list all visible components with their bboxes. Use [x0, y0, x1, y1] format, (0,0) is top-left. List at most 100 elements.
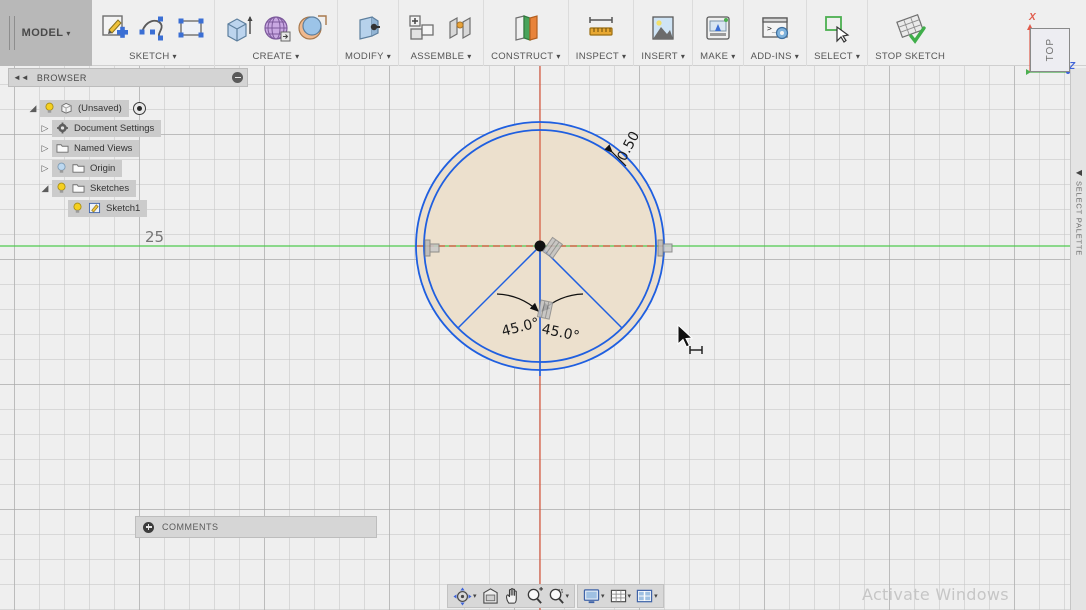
scripts-addins-icon[interactable]: >_ — [759, 12, 791, 44]
svg-text:>_: >_ — [767, 24, 777, 33]
zoom-icon[interactable] — [524, 586, 545, 606]
sweep-icon[interactable] — [298, 12, 330, 44]
select-palette-strip[interactable]: ◀ SELECT PALETTE — [1070, 68, 1086, 610]
ribbon-group-insert[interactable]: INSERT ▾ — [634, 0, 694, 66]
zoom-window-icon[interactable]: ▾ — [546, 586, 572, 606]
ribbon-group-addins[interactable]: >_ ADD-INS ▾ — [744, 0, 808, 66]
ribbon-group-select[interactable]: SELECT ▾ — [807, 0, 869, 66]
folder-icon — [56, 144, 69, 153]
ribbon-grip — [9, 16, 15, 50]
chevron-down-icon[interactable]: ▾ — [566, 592, 570, 600]
diameter-dimension-text: 0.50 — [614, 129, 643, 164]
ribbon-group-label: STOP SKETCH — [875, 51, 946, 62]
minus-circle-icon[interactable] — [232, 72, 243, 83]
rectangle-icon[interactable] — [175, 12, 207, 44]
tree-item-document-settings[interactable]: ▷ Document Settings — [8, 118, 248, 138]
ribbon-groups: SKETCH ▾ CREATE ▾ MODIFY ▾ ASSEMBLE ▾ CO… — [92, 0, 952, 66]
sketch-icon — [88, 202, 101, 214]
spline-icon[interactable] — [137, 12, 169, 44]
light-bulb-icon[interactable] — [44, 102, 55, 114]
extrude-icon[interactable] — [222, 12, 254, 44]
select-palette-label: SELECT PALETTE — [1074, 181, 1084, 257]
view-cube-face-top[interactable]: TOP — [1030, 28, 1070, 72]
browser-panel: ◄◄ BROWSER ◢ (Unsaved) ▷ Document Settin… — [8, 68, 248, 218]
comments-bar[interactable]: COMMENTS — [135, 516, 377, 538]
measure-icon[interactable] — [585, 12, 617, 44]
tree-item-named-views[interactable]: ▷ Named Views — [8, 138, 248, 158]
browser-tree: ◢ (Unsaved) ▷ Document Settings ▷ Named … — [8, 98, 248, 218]
offset-plane-icon[interactable] — [510, 12, 542, 44]
ribbon-group-assemble[interactable]: ASSEMBLE ▾ — [399, 0, 485, 66]
expander-icon[interactable]: ▷ — [38, 143, 52, 154]
light-bulb-icon[interactable] — [56, 182, 67, 194]
viewports-icon[interactable]: ▾ — [634, 587, 660, 606]
new-component-icon[interactable] — [406, 12, 438, 44]
fusion360-window: 0.50 45.0° 45.0° 25 MODEL ▾ SKETCH ▾ CRE… — [0, 0, 1086, 610]
gear-icon — [57, 122, 68, 134]
ribbon-group-label: INSERT ▾ — [641, 51, 686, 62]
ribbon-group-label: SELECT ▾ — [814, 51, 861, 62]
view-cube-face-label: TOP — [1044, 38, 1056, 62]
grid-snaps-icon[interactable]: ▾ — [608, 587, 634, 606]
browser-title: BROWSER — [36, 72, 87, 83]
top-ribbon: MODEL ▾ SKETCH ▾ CREATE ▾ MODIFY ▾ ASSEM… — [0, 0, 1086, 66]
tree-item-label: Sketches — [90, 182, 130, 194]
tree-item-label: Document Settings — [74, 122, 155, 134]
tree-item-unsaved[interactable]: ◢ (Unsaved) — [8, 98, 248, 118]
expander-icon[interactable]: ◢ — [38, 183, 52, 194]
chevron-down-icon[interactable]: ▾ — [654, 592, 658, 600]
plus-circle-icon[interactable] — [143, 521, 154, 533]
insert-image-icon[interactable] — [647, 12, 679, 44]
light-bulb-icon[interactable] — [72, 202, 83, 214]
ribbon-group-label: CREATE ▾ — [252, 51, 300, 62]
browser-header[interactable]: ◄◄ BROWSER — [8, 68, 248, 87]
ribbon-group-label: MAKE ▾ — [700, 51, 736, 62]
activate-component-radio[interactable] — [132, 101, 146, 115]
expander-icon[interactable]: ▷ — [38, 123, 52, 134]
display-settings-icon[interactable]: ▾ — [581, 587, 607, 606]
light-bulb-icon[interactable] — [56, 162, 67, 174]
tree-item-label: Sketch1 — [106, 202, 141, 214]
comments-label: COMMENTS — [162, 522, 219, 532]
expander-icon[interactable]: ◢ — [26, 103, 40, 114]
tree-item-sketches[interactable]: ◢ Sketches — [8, 178, 248, 198]
tree-item-sketch1[interactable]: Sketch1 — [8, 198, 248, 218]
create-sketch-icon[interactable] — [99, 12, 131, 44]
left-arrow-icon[interactable]: ◀ — [1076, 168, 1082, 177]
look-at-icon[interactable] — [480, 586, 501, 606]
expander-icon[interactable]: ▷ — [38, 163, 52, 174]
joint-icon[interactable] — [444, 12, 476, 44]
chevron-down-icon[interactable]: ▾ — [628, 592, 632, 600]
ribbon-group-stop-sketch[interactable]: STOP SKETCH — [868, 0, 952, 66]
stop-sketch-icon[interactable] — [894, 12, 926, 44]
arrow-with-dimension-badge — [677, 324, 703, 354]
folder-icon — [72, 164, 85, 173]
ribbon-group-make[interactable]: MAKE ▾ — [693, 0, 744, 66]
double-left-arrow-icon[interactable]: ◄◄ — [13, 73, 29, 82]
tree-item-label: Origin — [90, 162, 116, 174]
ribbon-group-inspect[interactable]: INSPECT ▾ — [569, 0, 635, 66]
navigation-bar: ▾ ▾ ▾ ▾ ▾ — [447, 584, 664, 608]
ribbon-group-label: INSPECT ▾ — [575, 51, 627, 62]
orbit-icon[interactable]: ▾ — [451, 586, 479, 607]
select-cursor-icon[interactable] — [821, 12, 853, 44]
ribbon-group-construct[interactable]: CONSTRUCT ▾ — [484, 0, 569, 66]
ribbon-group-label: SKETCH ▾ — [129, 51, 177, 62]
revolve-icon[interactable] — [260, 12, 292, 44]
ribbon-group-sketch[interactable]: SKETCH ▾ — [92, 0, 215, 66]
3d-print-icon[interactable] — [702, 12, 734, 44]
view-cube[interactable]: X Z TOP — [1006, 6, 1080, 82]
workspace-switcher[interactable]: MODEL ▾ — [0, 0, 92, 66]
pan-icon[interactable] — [502, 586, 523, 606]
linear-dimension-25[interactable]: 25 — [145, 228, 164, 246]
chevron-down-icon[interactable]: ▾ — [601, 592, 605, 600]
press-pull-icon[interactable] — [352, 12, 384, 44]
workspace-label: MODEL — [21, 27, 64, 39]
tree-item-origin[interactable]: ▷ Origin — [8, 158, 248, 178]
ribbon-group-modify[interactable]: MODIFY ▾ — [338, 0, 400, 66]
ribbon-group-create[interactable]: CREATE ▾ — [215, 0, 338, 66]
ribbon-group-label: ADD-INS ▾ — [750, 51, 800, 62]
component-icon — [61, 102, 72, 114]
chevron-down-icon[interactable]: ▾ — [473, 592, 477, 600]
ribbon-group-label: MODIFY ▾ — [345, 51, 392, 62]
